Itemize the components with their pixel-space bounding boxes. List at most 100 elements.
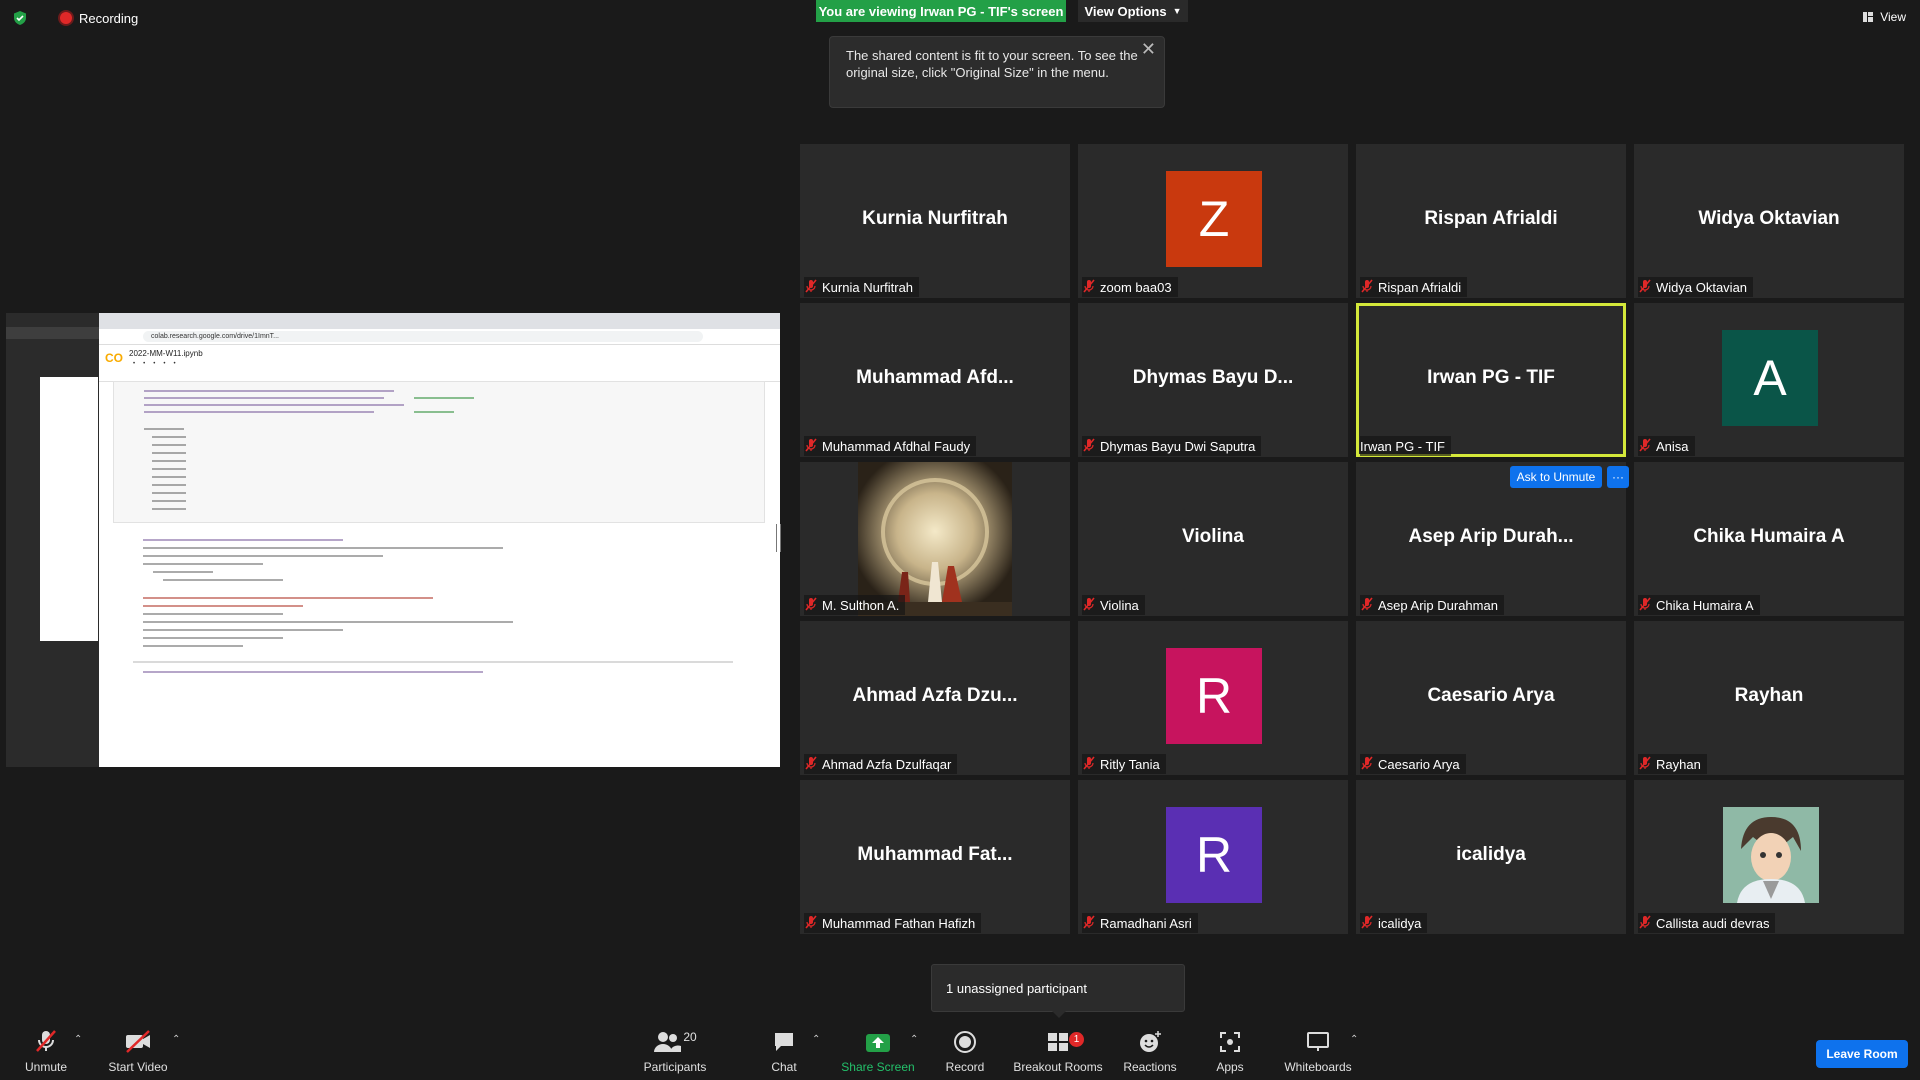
browser-address-bar: colab.research.google.com/drive/1ImnT... — [99, 329, 780, 345]
recording-dot-icon — [60, 12, 72, 24]
participant-tile[interactable]: Muhammad Afd... Muhammad Afdhal Faudy — [800, 303, 1070, 457]
avatar-initial: R — [1166, 807, 1262, 903]
colab-logo-icon: CO — [105, 351, 123, 365]
participant-tile[interactable]: Kurnia Nurfitrah Kurnia Nurfitrah — [800, 144, 1070, 298]
colab-menu: • • • • • — [133, 361, 176, 367]
start-video-button[interactable]: Start Video — [104, 1020, 172, 1080]
participant-tile[interactable]: Caesario Arya Caesario Arya — [1356, 621, 1626, 775]
record-button[interactable]: Record — [940, 1020, 990, 1080]
fit-to-screen-tooltip: The shared content is fit to your screen… — [829, 36, 1165, 108]
apps-icon — [1220, 1032, 1240, 1052]
chat-button[interactable]: Chat — [764, 1020, 804, 1080]
shared-pdf-window — [6, 313, 101, 767]
chevron-up-icon[interactable]: ⌃ — [910, 1034, 918, 1045]
participant-name: Irwan PG - TIF — [1360, 438, 1445, 454]
participant-display-name: Rayhan — [1734, 685, 1804, 706]
colab-header: CO 2022-MM-W11.ipynb • • • • • — [99, 345, 780, 382]
participant-name-label: Rayhan — [1638, 754, 1707, 774]
participant-tile[interactable]: A Anisa — [1634, 303, 1904, 457]
participant-name-label: Muhammad Afdhal Faudy — [804, 436, 977, 456]
participant-name: Callista audi devras — [1656, 915, 1770, 931]
whiteboards-button[interactable]: Whiteboards — [1280, 1020, 1356, 1080]
chevron-up-icon[interactable]: ⌃ — [1350, 1034, 1358, 1045]
participant-name: Dhymas Bayu Dwi Saputra — [1100, 438, 1256, 454]
recording-indicator[interactable]: Recording — [60, 11, 138, 26]
resize-splitter[interactable] — [776, 524, 781, 552]
participant-display-name: Chika Humaira A — [1693, 526, 1845, 547]
participant-tile[interactable]: Widya Oktavian Widya Oktavian — [1634, 144, 1904, 298]
participant-name-label: Chika Humaira A — [1638, 595, 1760, 615]
participant-tile[interactable]: M. Sulthon A. — [800, 462, 1070, 616]
participant-name-label: Dhymas Bayu Dwi Saputra — [1082, 436, 1262, 456]
share-screen-button[interactable]: Share Screen — [838, 1020, 918, 1080]
view-options-button[interactable]: View Options ▼ — [1078, 0, 1188, 22]
chat-label: Chat — [771, 1060, 797, 1074]
participant-tile[interactable]: Rayhan Rayhan — [1634, 621, 1904, 775]
microphone-muted-icon — [1082, 914, 1096, 932]
participant-tile[interactable]: Violina Violina — [1078, 462, 1348, 616]
close-icon[interactable]: ✕ — [1141, 40, 1156, 58]
microphone-muted-icon — [36, 1030, 56, 1052]
participant-tile[interactable]: Zzoom baa03 — [1078, 144, 1348, 298]
participant-tile[interactable]: Rispan Afrialdi Rispan Afrialdi — [1356, 144, 1626, 298]
participant-display-name: Asep Arip Durah... — [1408, 526, 1574, 547]
microphone-muted-icon — [1082, 755, 1096, 773]
participant-tile[interactable]: Callista audi devras — [1634, 780, 1904, 934]
participant-name: Ramadhani Asri — [1100, 915, 1192, 931]
recording-label: Recording — [79, 10, 139, 26]
smiley-plus-icon — [1140, 1031, 1161, 1052]
apps-button[interactable]: Apps — [1210, 1020, 1250, 1080]
view-button[interactable]: View — [1862, 10, 1906, 24]
participants-button[interactable]: 20 Participants — [640, 1020, 710, 1080]
participant-tile[interactable]: Irwan PG - TIF Irwan PG - TIF — [1356, 303, 1626, 457]
share-screen-icon — [866, 1034, 890, 1052]
participant-display-name: Violina — [1182, 526, 1244, 547]
participant-name: Caesario Arya — [1378, 756, 1460, 772]
participant-name-label: zoom baa03 — [1082, 277, 1178, 297]
chat-bubble-icon — [775, 1033, 793, 1051]
microphone-muted-icon — [804, 914, 818, 932]
avatar-initial: R — [1166, 648, 1262, 744]
participant-name-label: Ritly Tania — [1082, 754, 1166, 774]
participant-tile[interactable]: icalidya icalidya — [1356, 780, 1626, 934]
chevron-down-icon: ▼ — [1172, 6, 1182, 16]
chevron-up-icon[interactable]: ⌃ — [812, 1034, 820, 1045]
ask-to-unmute-button[interactable]: Ask to Unmute — [1510, 466, 1602, 488]
leave-room-button[interactable]: Leave Room — [1816, 1040, 1908, 1068]
participant-tile[interactable]: Muhammad Fat... Muhammad Fathan Hafizh — [800, 780, 1070, 934]
reactions-button[interactable]: Reactions — [1118, 1020, 1182, 1080]
microphone-muted-icon — [804, 755, 818, 773]
pdf-toolbar — [6, 327, 101, 339]
microphone-muted-icon — [1638, 437, 1652, 455]
microphone-muted-icon — [1360, 914, 1374, 932]
microphone-muted-icon — [1082, 596, 1096, 614]
participant-tile[interactable]: Dhymas Bayu D... Dhymas Bayu Dwi Saputra — [1078, 303, 1348, 457]
unmute-button[interactable]: Unmute — [18, 1020, 74, 1080]
breakout-badge: 1 — [1069, 1032, 1084, 1047]
participant-tile[interactable]: Ahmad Azfa Dzu... Ahmad Azfa Dzulfaqar — [800, 621, 1070, 775]
chevron-up-icon[interactable]: ⌃ — [74, 1034, 82, 1045]
microphone-muted-icon — [1082, 437, 1096, 455]
address-url: colab.research.google.com/drive/1ImnT... — [143, 331, 703, 342]
participant-tile[interactable]: R Ritly Tania — [1078, 621, 1348, 775]
people-icon — [654, 1032, 682, 1052]
shared-screen[interactable]: colab.research.google.com/drive/1ImnT...… — [6, 313, 780, 767]
participant-name-label: Anisa — [1638, 436, 1695, 456]
participant-name: Muhammad Afdhal Faudy — [822, 438, 971, 454]
view-label: View — [1880, 10, 1906, 24]
breakout-rooms-button[interactable]: Breakout Rooms — [1012, 1020, 1104, 1080]
participant-display-name: Ahmad Azfa Dzu... — [852, 685, 1018, 706]
whiteboards-label: Whiteboards — [1284, 1060, 1352, 1074]
unassigned-label: 1 unassigned participant — [946, 980, 1087, 996]
participant-tile[interactable]: R Ramadhani Asri — [1078, 780, 1348, 934]
participant-display-name: Rispan Afrialdi — [1424, 208, 1558, 229]
participant-name: Anisa — [1656, 438, 1689, 454]
microphone-muted-icon — [1360, 596, 1374, 614]
more-options-button[interactable]: ··· — [1607, 466, 1629, 488]
menu-dot: • — [163, 361, 166, 367]
chevron-up-icon[interactable]: ⌃ — [172, 1034, 180, 1045]
microphone-muted-icon — [1082, 278, 1096, 296]
participant-tile[interactable]: Chika Humaira A Chika Humaira A — [1634, 462, 1904, 616]
breakout-rooms-icon — [1048, 1033, 1068, 1051]
security-shield-icon[interactable] — [12, 10, 28, 26]
